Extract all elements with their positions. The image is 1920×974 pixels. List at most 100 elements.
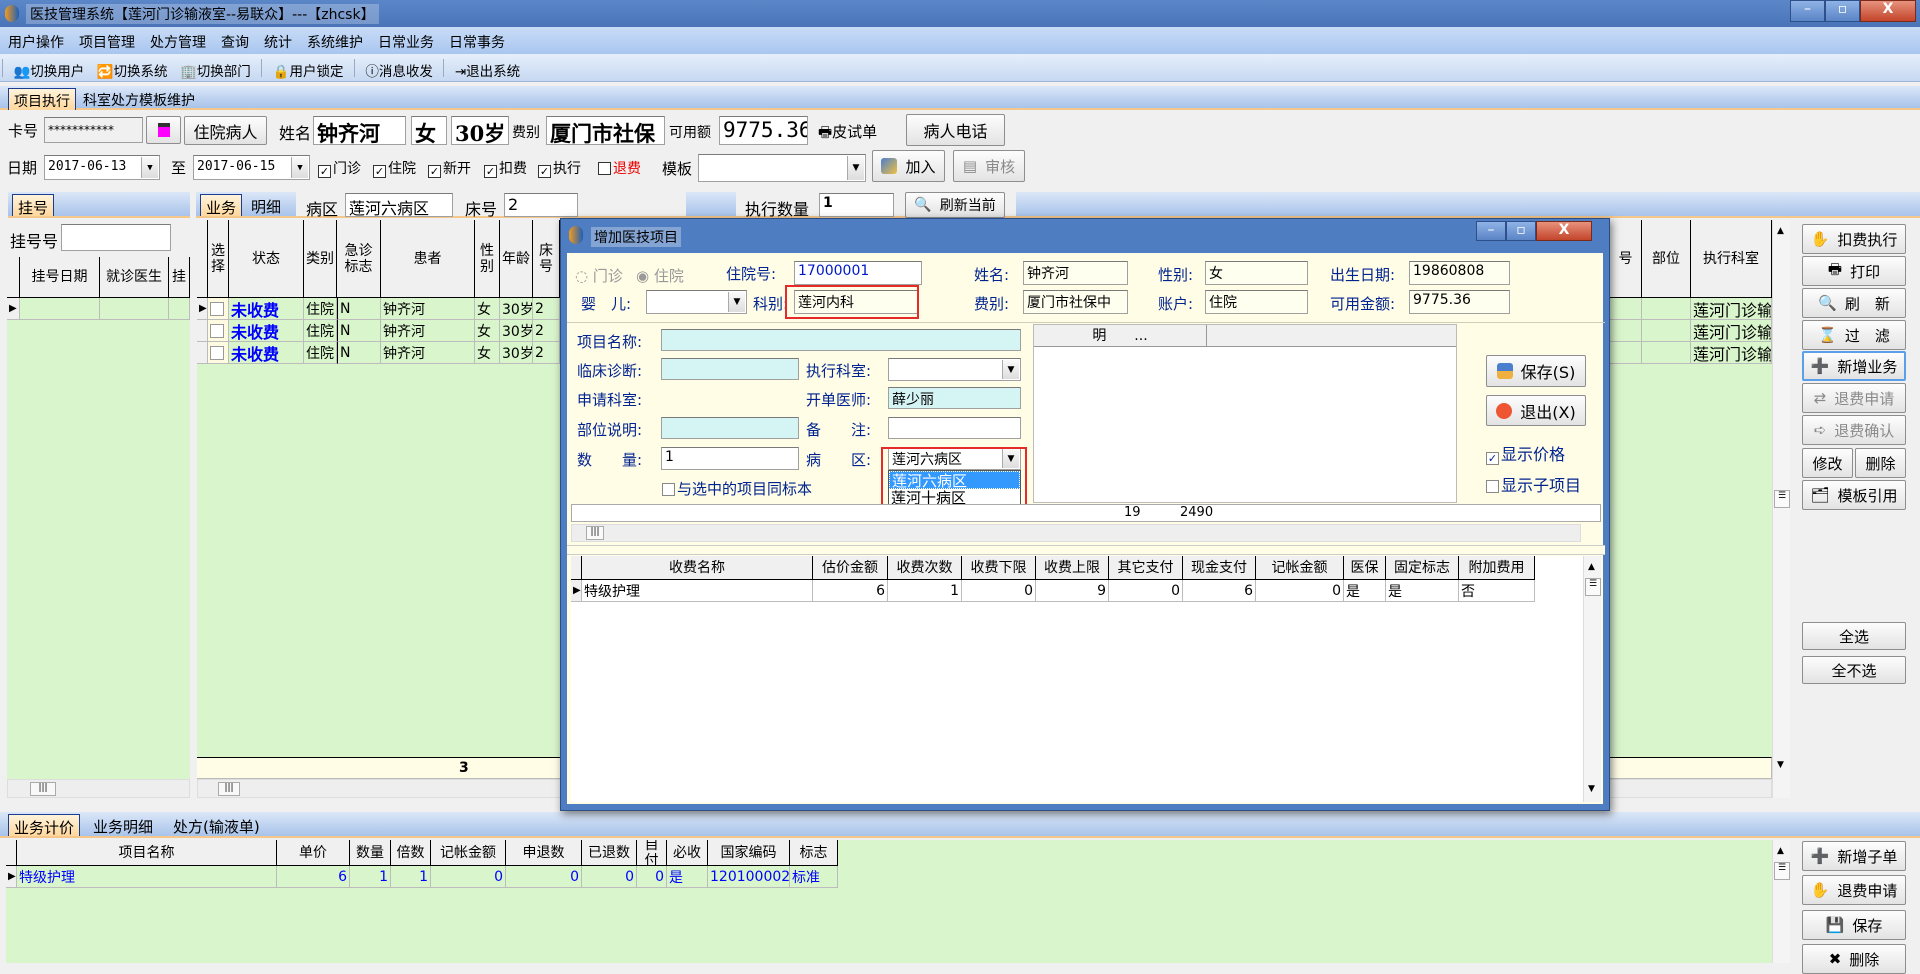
reg-no-input[interactable] — [61, 224, 171, 251]
new-sub-order-button[interactable]: ➕ 新增子单 — [1802, 841, 1906, 871]
charge-exec-button[interactable]: ✋ 扣费执行 — [1802, 224, 1906, 254]
diagnosis-input[interactable] — [661, 358, 799, 380]
dialog-minimize-button[interactable]: – — [1476, 221, 1506, 241]
row-indicator-header[interactable] — [571, 556, 582, 580]
remark-input[interactable] — [888, 417, 1021, 439]
skin-test-button[interactable]: 🖶皮试单 — [818, 121, 877, 147]
left-hscrollbar[interactable]: ||| — [7, 779, 190, 798]
column-header[interactable]: 倍数 — [391, 840, 431, 866]
column-header[interactable]: 挂 — [169, 257, 190, 298]
delete-button[interactable]: 删除 — [1855, 448, 1906, 478]
column-header[interactable]: 年龄 — [500, 220, 533, 298]
column-header[interactable]: 其它支付 — [1109, 556, 1183, 580]
bottom-refund-request-button[interactable]: ✋ 退费申请 — [1802, 875, 1906, 905]
row-indicator-header[interactable] — [197, 220, 208, 298]
maximize-button[interactable]: ▫ — [1825, 0, 1860, 22]
check-executed[interactable]: ✓ 执行 — [538, 158, 581, 178]
baby-select[interactable]: ▼ — [646, 290, 747, 314]
check-new[interactable]: ✓ 新开 — [428, 158, 471, 178]
filter-button[interactable]: ⌛ 过 滤 — [1802, 320, 1906, 350]
switch-system-button[interactable]: 🔁切换系统 — [93, 54, 172, 80]
bottom-vscrollbar[interactable]: ▲ ☰ — [1772, 840, 1790, 963]
radio-outpatient[interactable]: ◌ 门诊 — [575, 265, 623, 286]
column-header[interactable]: 收费次数 — [888, 556, 962, 580]
switch-user-button[interactable]: 👥切换用户 — [9, 54, 88, 80]
column-header[interactable]: 类别 — [304, 220, 337, 298]
select-none-button[interactable]: 全不选 — [1802, 656, 1906, 684]
column-header[interactable]: 记帐金额 — [1256, 556, 1344, 580]
template-ref-button[interactable]: 🗂 模板引用 — [1802, 480, 1906, 510]
column-header[interactable]: 性别 — [475, 220, 500, 298]
review-button[interactable]: ▤ 审核 — [953, 150, 1025, 182]
dialog-hscrollbar[interactable]: ||| — [571, 524, 1581, 542]
menu-daily-business[interactable]: 日常业务 — [370, 27, 441, 52]
column-header[interactable]: 选择 — [208, 220, 229, 298]
tab-pricing[interactable]: 业务计价 — [8, 814, 81, 837]
column-header[interactable]: 附加费用 — [1459, 556, 1535, 580]
same-sample-checkbox[interactable]: 与选中的项目同标本 — [662, 478, 812, 499]
date-to-picker[interactable]: 2017-06-15 ▼ — [193, 155, 310, 180]
column-header[interactable]: 已退数 — [582, 840, 637, 866]
row-indicator-header[interactable] — [6, 840, 17, 866]
fee-vscrollbar[interactable]: ▲ ☰ ▼ — [1583, 556, 1601, 802]
minimize-button[interactable]: – — [1790, 0, 1825, 22]
list-col-header[interactable]: 明 ... — [1034, 325, 1207, 346]
select-checkbox[interactable] — [208, 298, 229, 320]
tab-business[interactable]: 业务 — [200, 194, 243, 217]
column-header[interactable]: 收费上限 — [1036, 556, 1109, 580]
select-all-button[interactable]: 全选 — [1802, 622, 1906, 650]
column-header[interactable]: 执行科室 — [1691, 220, 1772, 298]
column-header[interactable]: 标志 — [790, 840, 838, 866]
column-header[interactable]: 单价 — [277, 840, 350, 866]
edit-button[interactable]: 修改 — [1802, 448, 1853, 478]
refund-request-button[interactable]: ⇄ 退费申请 — [1802, 383, 1906, 413]
tab-detail[interactable]: 明细 — [246, 194, 286, 216]
qty-input[interactable]: 1 — [661, 447, 799, 470]
tab-prescription[interactable]: 处方(输液单) — [168, 814, 265, 836]
check-refund[interactable]: 退费 — [598, 158, 641, 178]
column-header[interactable]: 现金支付 — [1183, 556, 1256, 580]
patient-phone-button[interactable]: 病人电话 — [906, 114, 1005, 146]
menu-query[interactable]: 查询 — [213, 27, 256, 52]
new-business-button[interactable]: ➕ 新增业务 — [1802, 351, 1906, 381]
menu-project[interactable]: 项目管理 — [71, 27, 142, 52]
column-header[interactable]: 挂号日期 — [20, 257, 100, 298]
menu-system[interactable]: 系统维护 — [299, 27, 370, 52]
part-input[interactable] — [661, 417, 799, 439]
inpatient-no-input[interactable]: 17000001 — [794, 261, 922, 285]
select-checkbox[interactable] — [208, 320, 229, 342]
menu-daily-affairs[interactable]: 日常事务 — [441, 27, 512, 52]
dlg-save-button[interactable]: 保存(S) — [1486, 355, 1586, 387]
column-header[interactable]: 患者 — [381, 220, 475, 298]
card-reader-button[interactable] — [146, 116, 181, 144]
switch-dept-button[interactable]: 🏢切换部门 — [176, 54, 255, 80]
column-header[interactable]: 急诊标志 — [337, 220, 381, 298]
list-col-header[interactable] — [1207, 325, 1456, 346]
column-header[interactable]: 必收 — [667, 840, 708, 866]
check-outpatient[interactable]: ✓ 门诊 — [318, 158, 361, 178]
column-header[interactable]: 数量 — [350, 840, 391, 866]
menu-stats[interactable]: 统计 — [256, 27, 299, 52]
column-header[interactable]: 就诊医生 — [100, 257, 169, 298]
row-indicator-header[interactable] — [7, 257, 20, 298]
column-header[interactable]: 申退数 — [506, 840, 582, 866]
column-header[interactable]: 国家编码 — [708, 840, 790, 866]
dialog-close-button[interactable]: X — [1536, 221, 1592, 241]
column-header[interactable]: 自付 — [637, 840, 667, 866]
column-header[interactable]: 状态 — [229, 220, 304, 298]
exit-system-button[interactable]: ⇥退出系统 — [451, 54, 524, 80]
add-button[interactable]: 加入 — [872, 150, 945, 182]
select-checkbox[interactable] — [208, 342, 229, 364]
tab-project-exec[interactable]: 项目执行 — [8, 88, 76, 110]
column-header[interactable]: 部位 — [1642, 220, 1691, 298]
item-name-input[interactable] — [661, 329, 1021, 351]
exec-dept-select[interactable]: ▼ — [888, 358, 1021, 381]
radio-inpatient[interactable]: ◉ 住院 — [636, 265, 684, 286]
column-header[interactable]: 记帐金额 — [431, 840, 506, 866]
tab-business-detail[interactable]: 业务明细 — [88, 814, 158, 836]
check-inpatient[interactable]: ✓ 住院 — [373, 158, 416, 178]
print-button[interactable]: 🖶 打印 — [1802, 256, 1906, 286]
column-header[interactable]: 床号 — [533, 220, 560, 298]
column-header[interactable]: 收费下限 — [962, 556, 1036, 580]
column-header[interactable]: 项目名称 — [17, 840, 277, 866]
